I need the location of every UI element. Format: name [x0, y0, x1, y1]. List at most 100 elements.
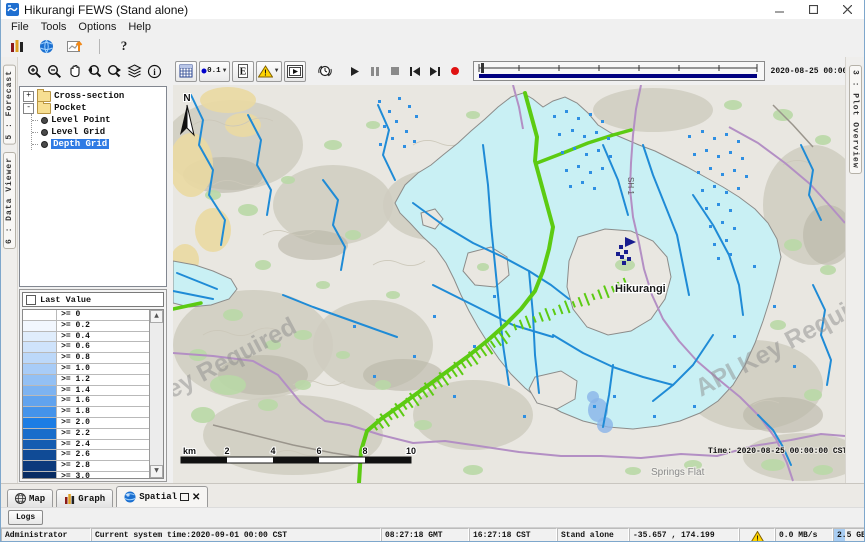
legend-label: >= 0.4	[57, 332, 149, 342]
tree-item-level-grid[interactable]: Level Grid	[32, 126, 166, 138]
legend-row[interactable]: >= 2.4	[23, 440, 149, 451]
menu-help[interactable]: Help	[122, 21, 157, 33]
tab-plot-overview[interactable]: 3 : Plot Overview	[849, 65, 862, 174]
tab-spatial[interactable]: Spatial ✕	[116, 486, 208, 507]
collapse-icon[interactable]: -	[23, 103, 34, 114]
record-icon[interactable]	[445, 61, 465, 81]
scale-tick: 6	[317, 446, 322, 456]
legend-row[interactable]: >= 0.6	[23, 342, 149, 353]
legend-row[interactable]: >= 1.6	[23, 396, 149, 407]
legend-label: >= 2.8	[57, 461, 149, 471]
scale-tick: 2	[225, 446, 230, 456]
layers-icon[interactable]	[124, 61, 144, 81]
bullet-icon	[41, 129, 48, 136]
legend-row[interactable]: >= 2.8	[23, 461, 149, 472]
stop-icon[interactable]	[385, 61, 405, 81]
menu-file[interactable]: File	[5, 21, 35, 33]
movie-icon[interactable]	[284, 61, 306, 82]
play-icon[interactable]	[345, 61, 365, 81]
tree-item-cross-section[interactable]: + Cross-section	[23, 90, 166, 102]
legend-label: >= 0.2	[57, 321, 149, 331]
legend-row[interactable]: >= 0	[23, 310, 149, 321]
window-title: Hikurangi FEWS (Stand alone)	[24, 3, 188, 17]
right-tab-strip: 3 : Plot Overview	[845, 57, 864, 483]
legend-row[interactable]: >= 1.0	[23, 364, 149, 375]
tree-item-level-point[interactable]: Level Point	[32, 114, 166, 126]
maximize-tab-icon[interactable]	[180, 493, 189, 501]
tree-item-pocket[interactable]: - Pocket	[23, 102, 166, 114]
maximize-button[interactable]	[796, 0, 830, 19]
menu-options[interactable]: Options	[72, 21, 122, 33]
tab-map[interactable]: Map	[7, 489, 53, 507]
legend-swatch	[23, 321, 57, 331]
labels-icon[interactable]: E	[232, 61, 254, 82]
pan-icon[interactable]	[64, 61, 84, 81]
info-icon[interactable]: i	[144, 61, 164, 81]
left-tab-strip: 5 : Forecast 6 : Data Viewer	[1, 57, 18, 483]
menu-tools[interactable]: Tools	[35, 21, 73, 33]
legend-row[interactable]: >= 2.6	[23, 450, 149, 461]
zoom-previous-icon[interactable]	[84, 61, 104, 81]
last-value-label: Last Value	[40, 295, 91, 305]
legend-row[interactable]: >= 1.2	[23, 375, 149, 386]
warning-dropdown[interactable]: ! ▼	[256, 61, 282, 82]
tree-item-label: Cross-section	[54, 91, 124, 101]
time-series-display-icon[interactable]	[7, 36, 27, 56]
step-forward-icon[interactable]	[425, 61, 445, 81]
status-bar: Administrator Current system time:2020-0…	[1, 527, 864, 542]
legend-label: >= 2.0	[57, 418, 149, 428]
legend-row[interactable]: >= 0.8	[23, 353, 149, 364]
legend-panel: Last Value >= 0>= 0.2>= 0.4>= 0.6>= 0.8>…	[19, 289, 167, 482]
close-tab-icon[interactable]: ✕	[192, 492, 200, 503]
data-panel: + Cross-section - Pocket Lev	[18, 85, 168, 483]
bullet-icon	[41, 141, 48, 148]
scroll-down-icon[interactable]: ▼	[150, 465, 163, 478]
map-display-icon[interactable]	[36, 36, 56, 56]
zoom-in-icon[interactable]	[24, 61, 44, 81]
legend-swatch	[23, 440, 57, 450]
legend-swatch	[23, 342, 57, 352]
legend-row[interactable]: >= 2.0	[23, 418, 149, 429]
status-user: Administrator	[1, 528, 91, 542]
tree-item-label: Level Grid	[51, 127, 105, 137]
step-back-icon[interactable]	[405, 61, 425, 81]
logs-button[interactable]: Logs	[8, 510, 43, 525]
forecast-dialog-icon[interactable]	[65, 36, 85, 56]
tab-forecast[interactable]: 5 : Forecast	[3, 65, 16, 145]
tab-graph[interactable]: Graph	[56, 489, 113, 507]
last-value-checkbox[interactable]	[26, 295, 36, 305]
zoom-out-icon[interactable]	[44, 61, 64, 81]
expand-icon[interactable]: +	[23, 91, 34, 102]
interval-dropdown[interactable]: 0.1 ▼	[199, 61, 229, 82]
zoom-next-icon[interactable]	[104, 61, 124, 81]
minimize-button[interactable]	[762, 0, 796, 19]
north-label: N	[183, 93, 190, 104]
legend-label: >= 1.8	[57, 407, 149, 417]
status-memory: 2.5 GB	[833, 528, 865, 542]
legend-row[interactable]: >= 2.2	[23, 429, 149, 440]
animation-settings-icon[interactable]	[315, 61, 335, 81]
legend-row[interactable]: >= 0.4	[23, 332, 149, 343]
legend-row[interactable]: >= 1.8	[23, 407, 149, 418]
legend-row[interactable]: >= 0.2	[23, 321, 149, 332]
legend-label: >= 1.2	[57, 375, 149, 385]
tab-data-viewer[interactable]: 6 : Data Viewer	[3, 152, 16, 249]
last-value-option[interactable]: Last Value	[22, 292, 164, 307]
tree-item-depth-grid[interactable]: Depth Grid	[32, 138, 166, 150]
grid-icon[interactable]	[175, 61, 197, 82]
timeline-slider[interactable]	[473, 61, 765, 81]
pause-icon[interactable]	[365, 61, 385, 81]
legend-row[interactable]: >= 1.4	[23, 386, 149, 397]
legend-swatch	[23, 450, 57, 460]
help-icon[interactable]: ?	[114, 36, 134, 56]
status-gmt-time: 08:27:18 GMT	[381, 528, 469, 542]
bottom-tab-bar: Map Graph Spatial ✕	[1, 483, 864, 507]
legend-scrollbar[interactable]: ▲ ▼	[149, 310, 163, 478]
scroll-up-icon[interactable]: ▲	[150, 310, 163, 323]
map-canvas[interactable]: API Key Required API Key Required Hikura…	[173, 85, 845, 483]
close-button[interactable]	[830, 0, 864, 19]
legend-label: >= 3.0	[57, 472, 149, 478]
map-view[interactable]: API Key Required API Key Required Hikura…	[173, 85, 845, 483]
legend-row[interactable]: >= 3.0	[23, 472, 149, 478]
legend-swatch	[23, 375, 57, 385]
